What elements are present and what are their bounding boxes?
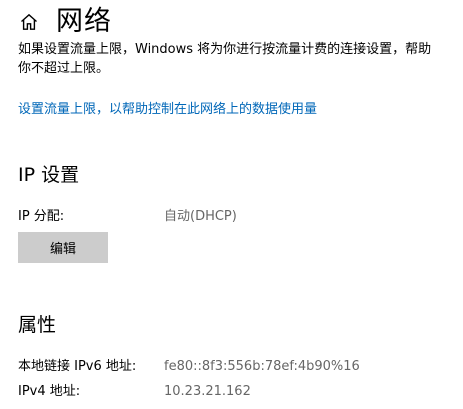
ipv6-address-value: fe80::8f3:556b:78ef:4b90%16: [164, 359, 360, 374]
ip-settings-heading: IP 设置: [18, 164, 80, 186]
ip-assignment-label: IP 分配:: [18, 209, 65, 224]
ipv6-address-label: 本地链接 IPv6 地址:: [18, 359, 137, 374]
ip-assignment-value: 自动(DHCP): [164, 209, 237, 224]
home-icon[interactable]: [18, 11, 40, 33]
ipv4-address-label: IPv4 地址:: [18, 384, 81, 399]
page-header: 网络: [18, 2, 112, 42]
description-line-1: 如果设置流量上限，Windows 将为你进行按流量计费的连接设置，帮助: [18, 42, 432, 57]
properties-heading: 属性: [18, 314, 57, 336]
set-data-limit-link[interactable]: 设置流量上限，以帮助控制在此网络上的数据使用量: [18, 100, 317, 120]
ipv4-address-value: 10.23.21.162: [164, 384, 251, 399]
edit-button[interactable]: 编辑: [18, 232, 108, 263]
data-limit-description: 如果设置流量上限，Windows 将为你进行按流量计费的连接设置，帮助 你不超过…: [18, 40, 463, 78]
page-title: 网络: [56, 6, 112, 37]
description-line-2: 你不超过上限。: [18, 61, 110, 76]
